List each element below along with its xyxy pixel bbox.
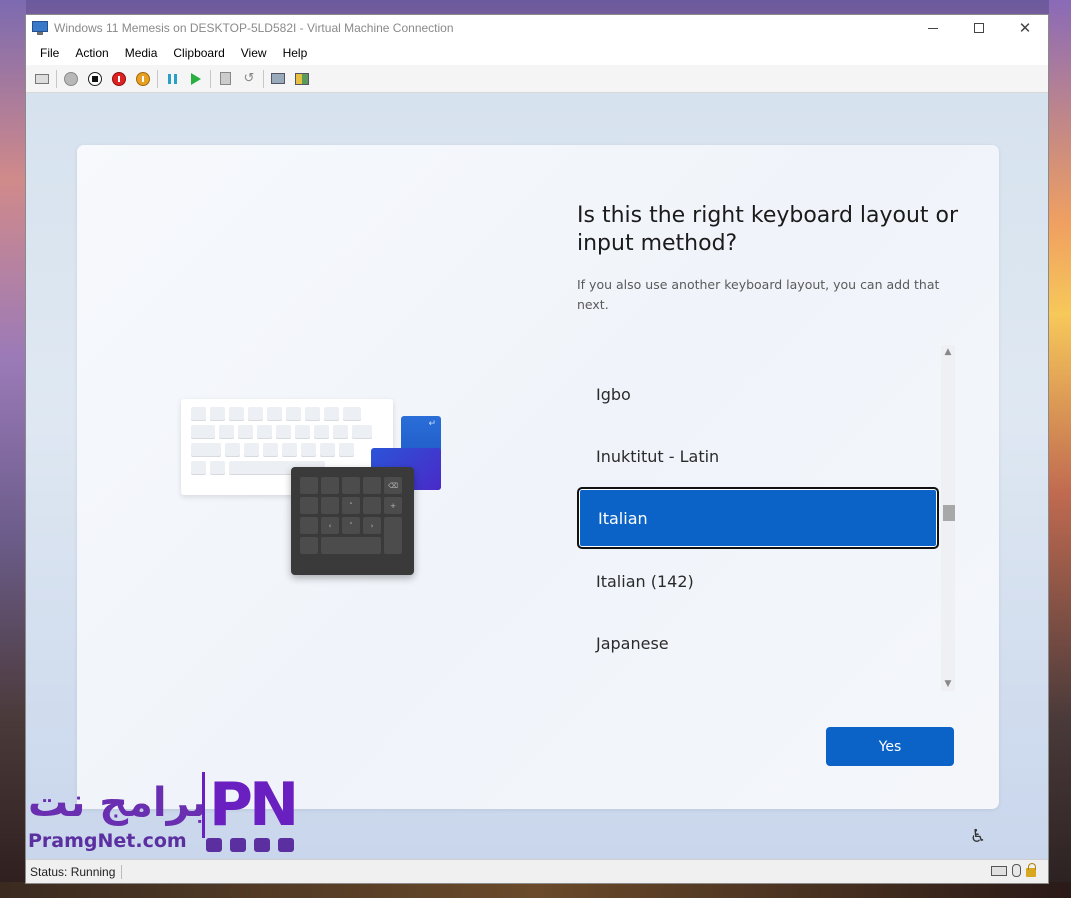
toolbar-separator: [157, 69, 158, 88]
mouse-icon: [1012, 864, 1021, 877]
enhanced-session-icon: [271, 73, 285, 84]
close-button[interactable]: ✕: [1002, 15, 1048, 41]
share-button[interactable]: [290, 68, 314, 90]
enhanced-session-button[interactable]: [266, 68, 290, 90]
gamepad-icon: [206, 838, 222, 852]
list-scrollbar[interactable]: ▲ ▼: [941, 345, 955, 691]
pause-icon: [167, 73, 177, 84]
menu-clipboard[interactable]: Clipboard: [165, 46, 232, 60]
maximize-button[interactable]: [956, 15, 1002, 41]
desktop-wallpaper-left: [0, 0, 26, 898]
watermark-url: PramgNet.com: [28, 830, 187, 852]
watermark: برامج نت PramgNet.com PN: [26, 772, 316, 860]
title-bar[interactable]: Windows 11 Memesis on DESKTOP-5LD582I - …: [26, 15, 1048, 41]
list-item[interactable]: Inuktitut - Latin: [577, 425, 939, 487]
list-item[interactable]: Igbo: [577, 363, 939, 425]
revert-icon: ↺: [243, 71, 255, 86]
scrollbar-thumb[interactable]: [943, 505, 955, 521]
left-arrow-icon: ‹: [321, 517, 339, 534]
menu-file[interactable]: File: [32, 46, 67, 60]
accessibility-icon[interactable]: ♿: [967, 825, 989, 847]
lock-icon: [1026, 863, 1036, 877]
window-title: Windows 11 Memesis on DESKTOP-5LD582I - …: [54, 21, 454, 35]
status-icons: [991, 863, 1036, 877]
watermark-logo: PN: [202, 772, 306, 838]
apple-icon: [230, 838, 246, 852]
share-icon: [295, 72, 309, 85]
minimize-button[interactable]: [910, 15, 956, 41]
scroll-down-icon[interactable]: ▼: [941, 677, 955, 691]
desktop-wallpaper-bottom: [0, 882, 1071, 898]
shut-down-icon: [112, 71, 126, 86]
monitor-icon: [254, 838, 270, 852]
save-button[interactable]: [131, 68, 155, 90]
turn-off-icon: [88, 71, 102, 86]
resume-button[interactable]: [184, 68, 208, 90]
menu-action[interactable]: Action: [67, 46, 116, 60]
plus-icon: +: [384, 497, 402, 514]
backspace-icon: ⌫: [384, 477, 402, 494]
vm-connection-icon: [32, 21, 48, 35]
scroll-up-icon[interactable]: ▲: [941, 345, 955, 359]
watermark-platform-icons: [206, 838, 294, 852]
desktop-wallpaper-right: [1049, 0, 1071, 898]
list-item[interactable]: Japanese: [577, 612, 939, 674]
list-item-selected[interactable]: Italian: [577, 487, 939, 549]
page-title: Is this the right keyboard layout or inp…: [577, 203, 959, 256]
up-arrow-icon: ˄: [342, 497, 360, 514]
watermark-arabic: برامج نت: [28, 780, 207, 826]
keyboard-layout-list[interactable]: Igbo Inuktitut - Latin Italian Italian (…: [577, 363, 941, 691]
toolbar-separator: [210, 69, 211, 88]
menu-bar: File Action Media Clipboard View Help: [26, 41, 1048, 65]
oobe-card: ↵ ⌫ ˄ + ‹ ˅ › Is this the right keyboard la…: [77, 145, 999, 809]
start-icon: [64, 71, 78, 86]
keyboard-illustration: ↵ ⌫ ˄ + ‹ ˅ ›: [181, 395, 443, 577]
ctrl-alt-del-icon: [35, 73, 49, 84]
start-button[interactable]: [59, 68, 83, 90]
android-icon: [278, 838, 294, 852]
pause-button[interactable]: [160, 68, 184, 90]
yes-button[interactable]: Yes: [826, 727, 954, 766]
ctrl-alt-del-button[interactable]: [30, 68, 54, 90]
page-description: If you also use another keyboard layout,…: [577, 277, 940, 312]
shut-down-button[interactable]: [107, 68, 131, 90]
checkpoint-icon: [219, 72, 231, 85]
save-icon: [136, 71, 150, 86]
resume-icon: [191, 72, 201, 85]
vm-connection-window: Windows 11 Memesis on DESKTOP-5LD582I - …: [25, 14, 1049, 884]
menu-help[interactable]: Help: [275, 46, 316, 60]
status-text: Status: Running: [30, 864, 123, 879]
toolbar-separator: [263, 69, 264, 88]
numpad-image: ⌫ ˄ + ‹ ˅ ›: [291, 467, 414, 575]
toolbar-separator: [56, 69, 57, 88]
maximize-icon: [974, 23, 984, 33]
down-arrow-icon: ˅: [342, 517, 360, 534]
menu-view[interactable]: View: [233, 46, 275, 60]
toolbar: ↺: [26, 65, 1048, 93]
minimize-icon: [928, 27, 938, 29]
list-item[interactable]: Italian (142): [577, 550, 939, 612]
revert-button[interactable]: ↺: [237, 68, 261, 90]
checkpoint-button[interactable]: [213, 68, 237, 90]
vm-display[interactable]: ↵ ⌫ ˄ + ‹ ˅ › Is this the right keyboard la…: [26, 93, 1048, 861]
right-arrow-icon: ›: [363, 517, 381, 534]
status-bar: Status: Running: [26, 859, 1048, 883]
keyboard-icon: [991, 865, 1007, 876]
return-icon: ↵: [428, 419, 436, 429]
menu-media[interactable]: Media: [117, 46, 166, 60]
turn-off-button[interactable]: [83, 68, 107, 90]
close-icon: ✕: [1018, 19, 1032, 37]
